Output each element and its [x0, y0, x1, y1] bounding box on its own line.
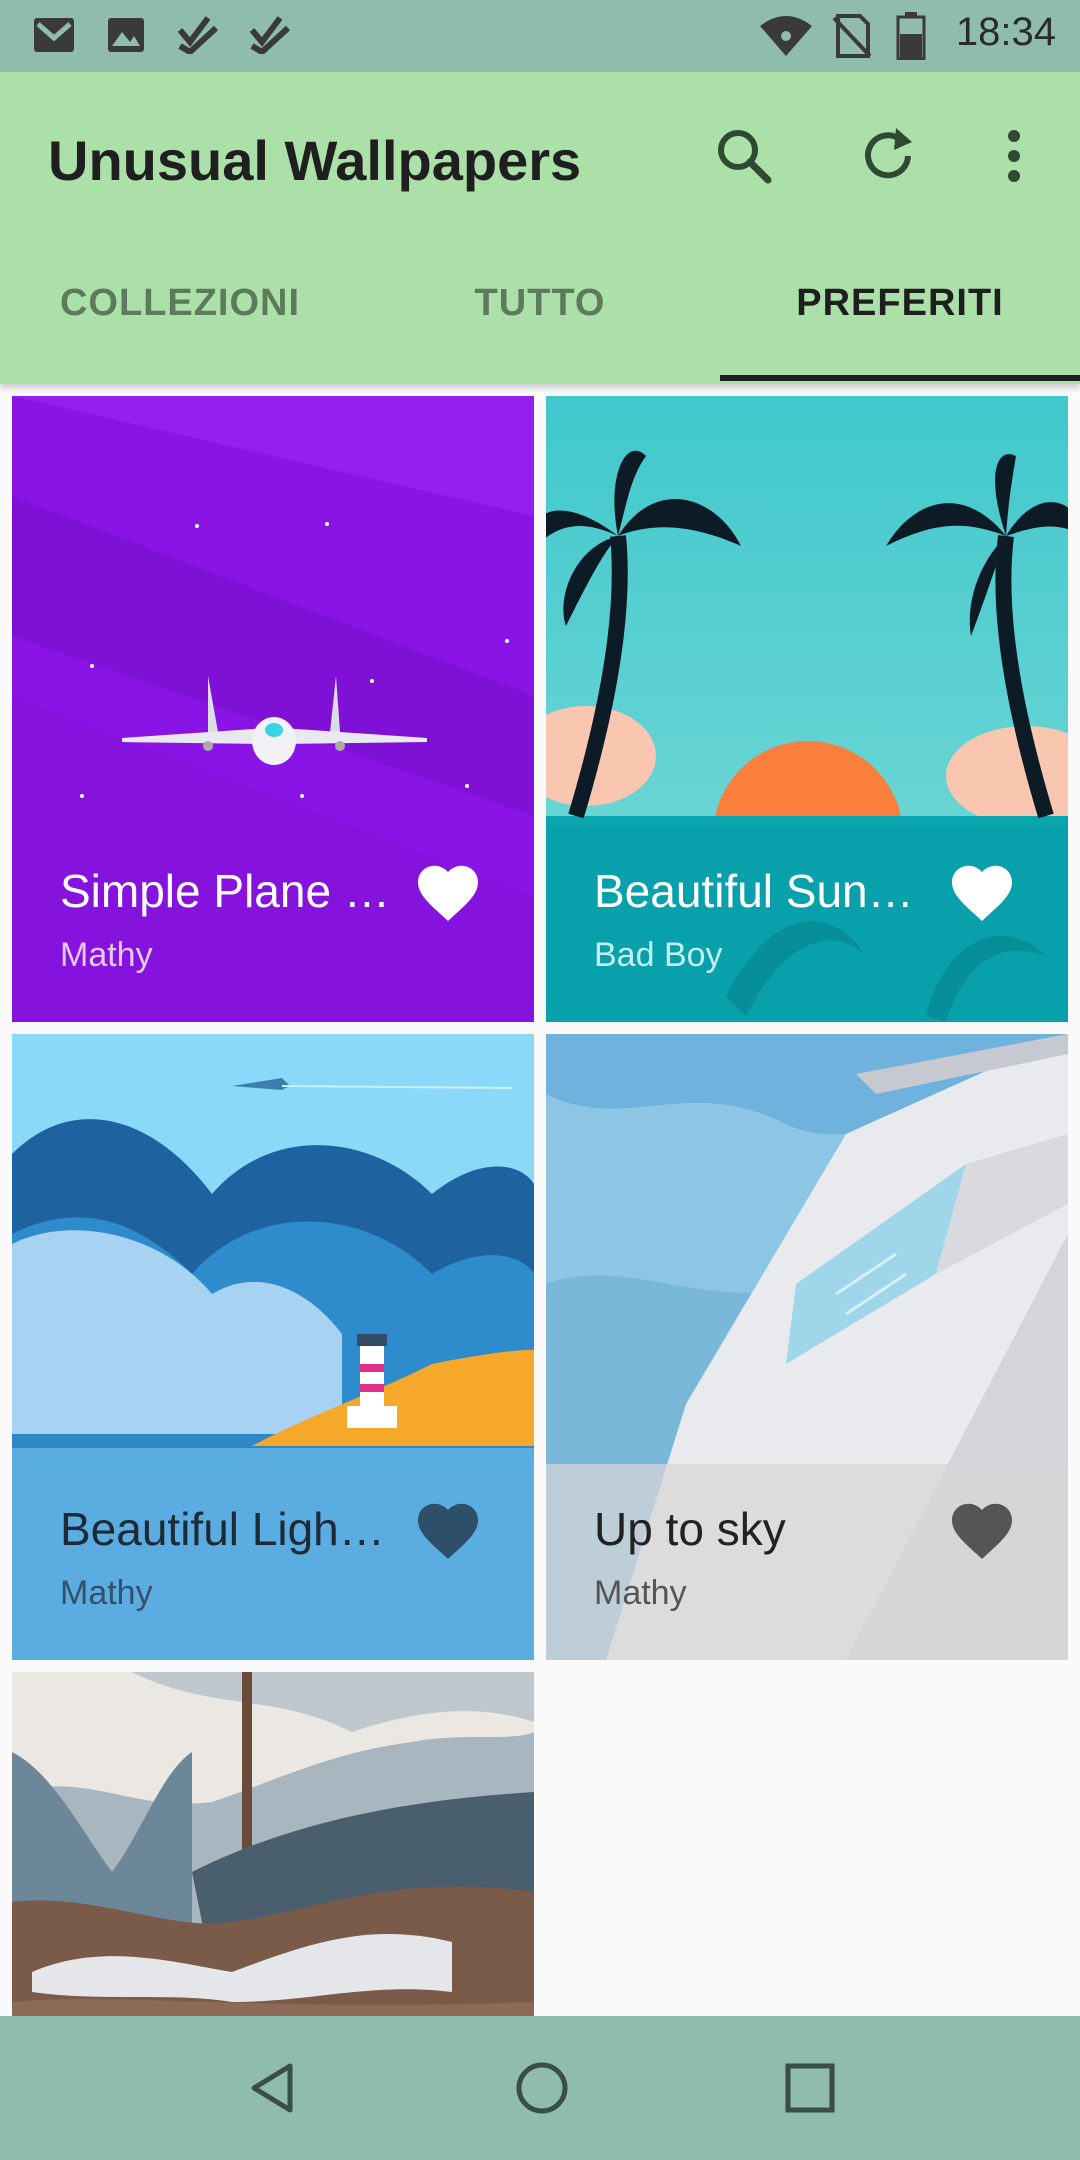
refresh-icon[interactable] [852, 120, 924, 192]
wallpaper-card[interactable]: Beautiful Ligh… Mathy [12, 1034, 534, 1660]
status-bar: 18:34 [0, 0, 1080, 72]
tab-collezioni[interactable]: COLLEZIONI [0, 282, 360, 325]
card-title: Beautiful Sun… [594, 865, 914, 917]
tab-preferiti[interactable]: PREFERITI [720, 282, 1080, 325]
wifi-icon [760, 16, 812, 56]
wallpaper-card[interactable] [12, 1672, 534, 2016]
card-title: Beautiful Ligh… [60, 1503, 385, 1555]
no-sim-icon [832, 14, 872, 58]
home-icon[interactable] [514, 2060, 570, 2116]
gmail-icon [34, 18, 74, 52]
image-icon [108, 18, 144, 52]
more-vert-icon[interactable] [978, 120, 1050, 192]
card-author: Mathy [60, 936, 153, 974]
search-icon[interactable] [708, 120, 780, 192]
card-author: Mathy [594, 1574, 687, 1612]
navigation-bar [0, 2016, 1080, 2160]
favorite-heart-icon[interactable] [946, 858, 1018, 930]
back-icon[interactable] [246, 2060, 298, 2116]
app-bar: Unusual Wallpapers COLLEZIONI TUTTO PREF… [0, 72, 1080, 384]
favorite-heart-icon[interactable] [412, 1496, 484, 1568]
task-check-icon [177, 16, 219, 54]
active-tab-indicator [720, 375, 1080, 381]
card-title: Simple Plane … [60, 865, 390, 917]
card-author: Mathy [60, 1574, 153, 1612]
wallpaper-thumbnail [12, 1672, 534, 2016]
wallpaper-card[interactable]: Up to sky Mathy [546, 1034, 1068, 1660]
tab-tutto[interactable]: TUTTO [360, 282, 720, 325]
favorite-heart-icon[interactable] [412, 858, 484, 930]
battery-icon [896, 12, 926, 60]
clock: 18:34 [955, 10, 1056, 54]
task-check-icon [249, 16, 291, 54]
app-title: Unusual Wallpapers [48, 129, 582, 192]
wallpaper-card[interactable]: Simple Plane … Mathy [12, 396, 534, 1022]
wallpaper-card[interactable]: Beautiful Sun… Bad Boy [546, 396, 1068, 1022]
recents-icon[interactable] [784, 2062, 836, 2114]
card-title: Up to sky [594, 1503, 786, 1555]
favorite-heart-icon[interactable] [946, 1496, 1018, 1568]
card-author: Bad Boy [594, 936, 723, 974]
